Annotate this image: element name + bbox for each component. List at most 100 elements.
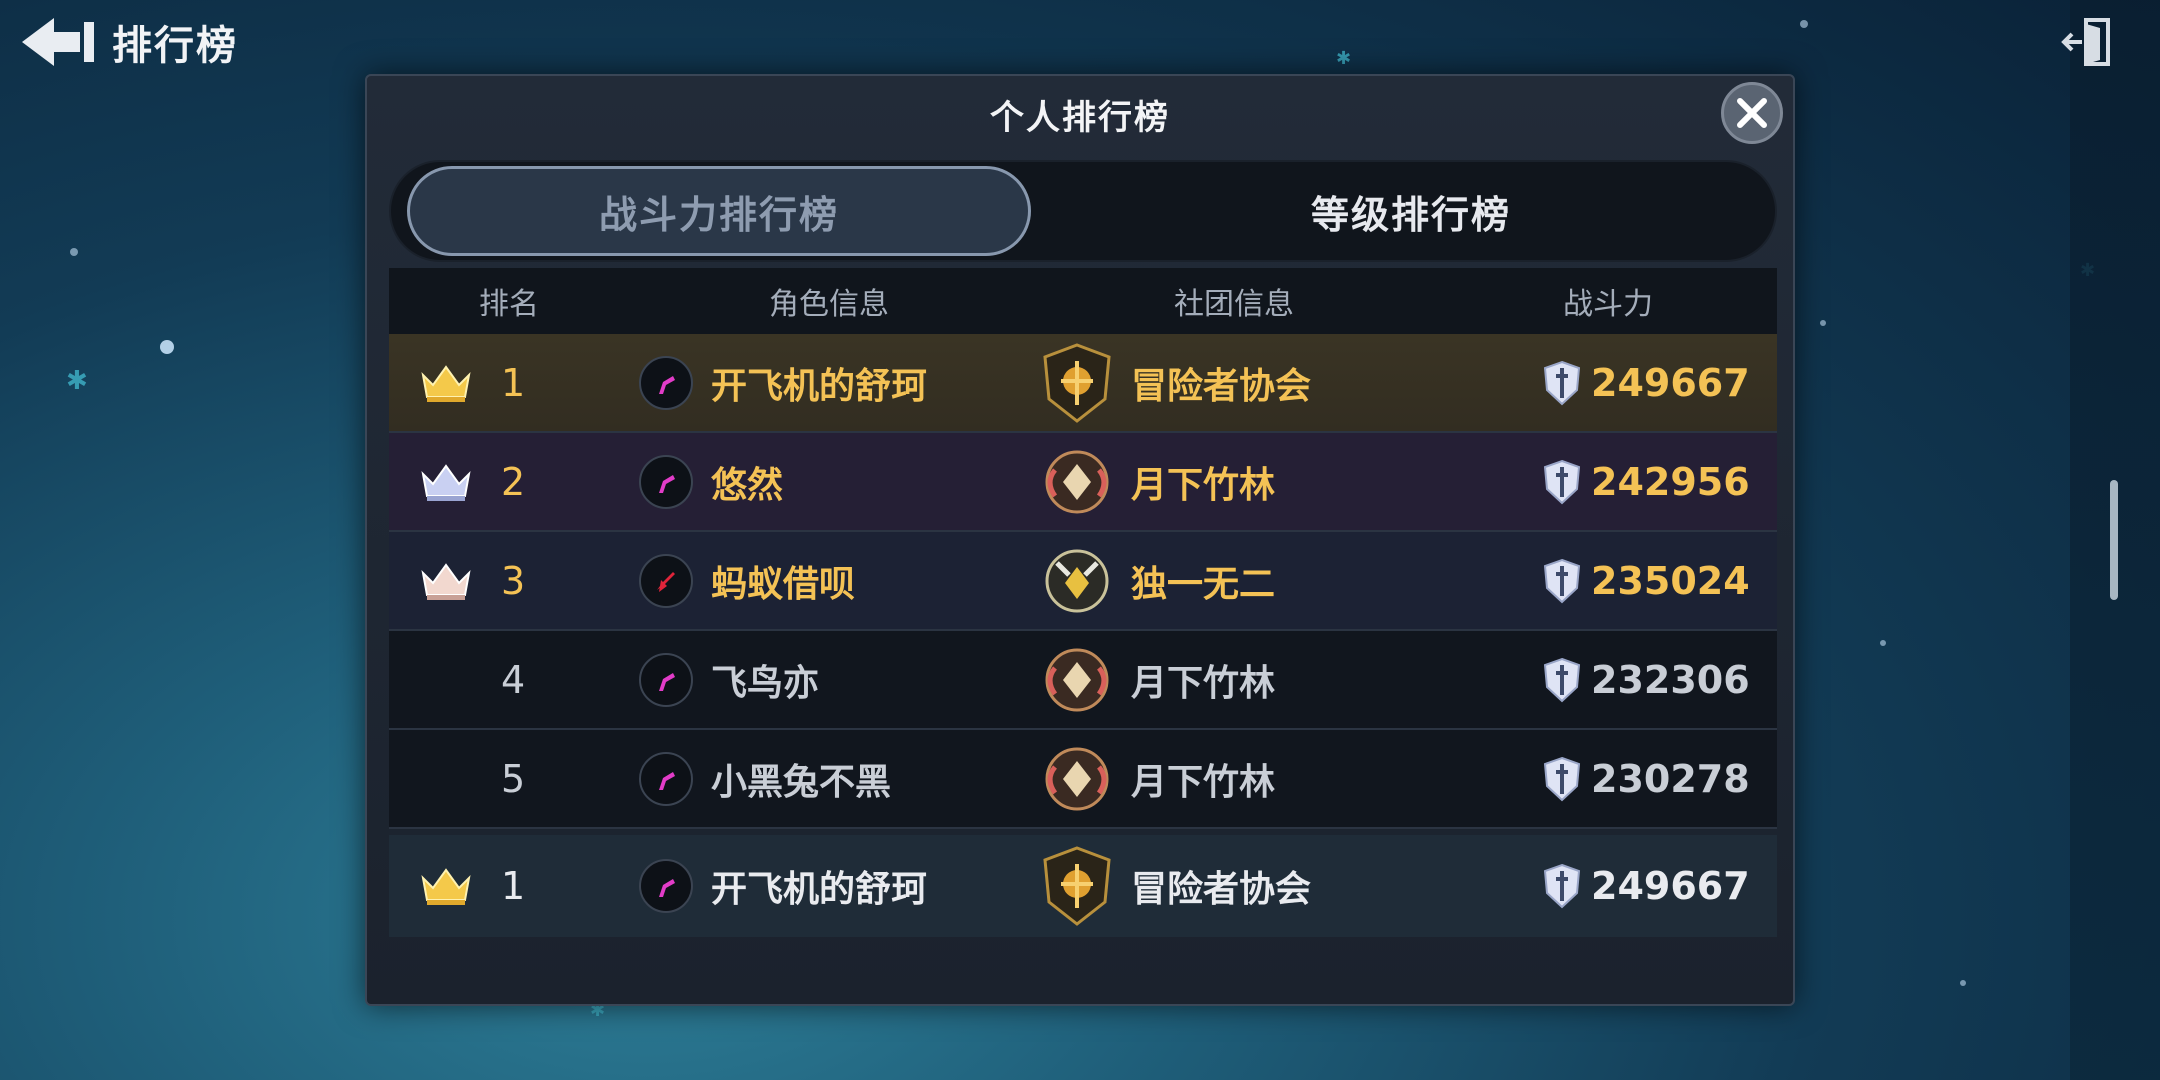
table-row[interactable]: 5 小黑兔不黑 月下竹林 230278 — [389, 730, 1777, 829]
power-value: 232306 — [1591, 657, 1750, 702]
class-badge — [639, 652, 693, 707]
power-value: 242956 — [1591, 459, 1750, 504]
power-cell: 232306 — [1439, 655, 1777, 705]
power-cell: 242956 — [1439, 457, 1777, 507]
guild-emblem-icon — [1043, 342, 1111, 423]
shield-sword-icon — [1543, 756, 1581, 801]
guild-name: 月下竹林 — [1131, 662, 1276, 704]
close-icon — [1737, 98, 1767, 128]
guild-name: 冒险者协会 — [1131, 365, 1312, 407]
guild-cell: 独一无二 — [1029, 541, 1439, 621]
power-cell: 230278 — [1439, 754, 1777, 804]
rank-number: 3 — [501, 558, 526, 603]
page-title: 排行榜 — [112, 23, 238, 69]
header-power: 战斗力 — [1563, 287, 1653, 322]
my-rank-row[interactable]: 1 开飞机的舒珂 冒险者协会 249667 — [389, 835, 1777, 937]
role-cell: 蚂蚁借呗 — [629, 553, 1029, 608]
hook-icon — [659, 879, 675, 897]
player-name: 开飞机的舒珂 — [711, 869, 928, 910]
hook-icon — [659, 771, 675, 790]
guild-cell: 冒险者协会 — [1029, 846, 1439, 926]
ranking-table: 排名 角色信息 社团信息 战斗力 1 开飞机的舒珂 冒险者协会 249667 2… — [389, 268, 1777, 937]
class-badge — [639, 751, 693, 806]
background-star — [1800, 20, 1808, 28]
role-cell: 开飞机的舒珂 — [629, 859, 1029, 913]
guild-emblem-icon — [1043, 846, 1111, 926]
snowflake-decoration: ✱ — [1336, 48, 1352, 69]
shield-sword-icon — [1543, 360, 1581, 405]
silver-crown-icon — [421, 463, 471, 501]
guild-cell: 月下竹林 — [1029, 640, 1439, 720]
exit-button[interactable] — [2060, 14, 2116, 70]
table-row[interactable]: 3 蚂蚁借呗 独一无二 235024 — [389, 532, 1777, 631]
table-row[interactable]: 4 飞鸟亦 月下竹林 232306 — [389, 631, 1777, 730]
ranking-tabs: 战斗力排行榜 等级排行榜 — [389, 160, 1777, 262]
role-cell: 飞鸟亦 — [629, 652, 1029, 707]
gold-crown-icon — [421, 868, 471, 905]
guild-emblem-icon — [1045, 450, 1109, 513]
rank-number: 4 — [501, 657, 526, 702]
power-value: 249667 — [1591, 864, 1750, 908]
guild-cell: 月下竹林 — [1029, 442, 1439, 522]
shield-sword-icon — [1543, 558, 1581, 603]
back-arrow-icon — [22, 18, 94, 66]
class-badge — [639, 355, 693, 410]
guild-name: 月下竹林 — [1131, 464, 1276, 506]
rocket-icon — [657, 571, 675, 592]
class-badge — [639, 859, 693, 913]
close-button[interactable] — [1721, 82, 1783, 144]
player-name: 开飞机的舒珂 — [711, 365, 928, 407]
guild-cell: 冒险者协会 — [1029, 342, 1439, 423]
power-cell: 249667 — [1439, 861, 1777, 911]
header-guild: 社团信息 — [1174, 287, 1294, 322]
back-button[interactable] — [18, 12, 98, 72]
guild-name: 月下竹林 — [1131, 761, 1276, 803]
guild-name: 独一无二 — [1131, 563, 1276, 605]
hook-icon — [659, 474, 675, 493]
tab-power-ranking[interactable]: 战斗力排行榜 — [407, 166, 1031, 256]
class-badge — [639, 454, 693, 509]
background-star — [1960, 980, 1966, 986]
guild-emblem-icon — [1045, 648, 1109, 711]
shield-sword-icon — [1543, 459, 1581, 504]
gold-crown-icon — [421, 364, 471, 402]
role-cell: 小黑兔不黑 — [629, 751, 1029, 806]
background-star — [160, 340, 174, 354]
tab-level-ranking[interactable]: 等级排行榜 — [1091, 166, 1731, 256]
power-value: 235024 — [1591, 558, 1750, 603]
hook-icon — [659, 672, 675, 691]
bronze-crown-icon — [421, 562, 471, 600]
table-row[interactable]: 1 开飞机的舒珂 冒险者协会 249667 — [389, 334, 1777, 433]
header-rank: 排名 — [479, 287, 539, 322]
guild-cell: 月下竹林 — [1029, 739, 1439, 819]
ranking-panel: 个人排行榜 战斗力排行榜 等级排行榜 排名 角色信息 社团信息 战斗力 1 开飞… — [365, 74, 1795, 1006]
player-name: 飞鸟亦 — [711, 662, 820, 704]
background-star — [1820, 320, 1826, 326]
rank-number: 1 — [501, 864, 526, 908]
exit-icon — [2061, 18, 2110, 66]
guild-name: 冒险者协会 — [1131, 869, 1312, 910]
panel-title: 个人排行榜 — [990, 98, 1170, 138]
role-cell: 悠然 — [629, 454, 1029, 509]
player-name: 小黑兔不黑 — [711, 761, 892, 803]
player-name: 悠然 — [711, 464, 784, 506]
shield-sword-icon — [1543, 657, 1581, 702]
role-cell: 开飞机的舒珂 — [629, 355, 1029, 410]
rank-number: 1 — [501, 360, 526, 405]
power-value: 249667 — [1591, 360, 1750, 405]
table-row[interactable]: 2 悠然 月下竹林 242956 — [389, 433, 1777, 532]
background-star — [1880, 640, 1886, 646]
power-cell: 235024 — [1439, 556, 1777, 606]
snowflake-decoration: ✱ — [66, 366, 88, 396]
player-name: 蚂蚁借呗 — [711, 563, 856, 605]
shield-sword-icon — [1543, 863, 1581, 909]
hook-icon — [659, 375, 675, 394]
header-role: 角色信息 — [769, 287, 889, 322]
class-badge — [639, 553, 693, 608]
table-header: 排名 角色信息 社团信息 战斗力 — [389, 268, 1777, 334]
scrollbar-thumb[interactable] — [2110, 480, 2118, 600]
guild-emblem-icon — [1045, 549, 1109, 612]
guild-emblem-icon — [1045, 747, 1109, 810]
rank-number: 2 — [501, 459, 526, 504]
power-value: 230278 — [1591, 756, 1750, 801]
